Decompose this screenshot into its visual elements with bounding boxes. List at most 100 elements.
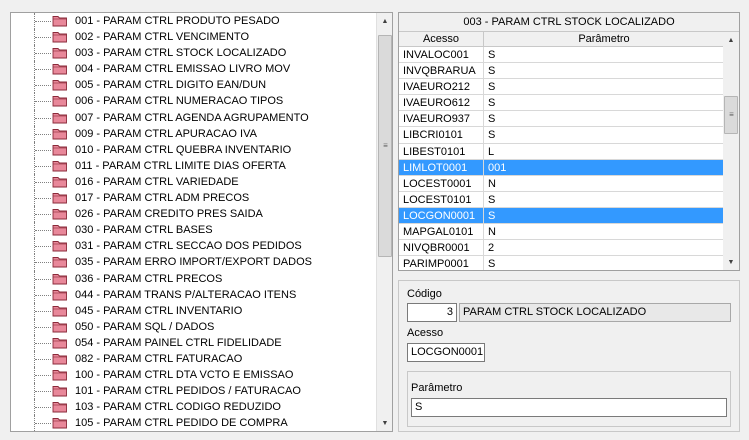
codigo-label: Código — [407, 288, 442, 300]
tree-scrollbar[interactable]: ▲ ≡ ▼ — [376, 13, 392, 431]
cell-acesso[interactable]: MAPGAL0101 — [399, 224, 484, 241]
cell-acesso[interactable]: INVQBRARUA — [399, 63, 484, 80]
cell-acesso[interactable]: IVAEURO212 — [399, 79, 484, 96]
grid-scroll-thumb[interactable]: ≡ — [724, 96, 738, 134]
cell-parametro[interactable]: S — [484, 47, 724, 63]
cell-acesso[interactable]: LIBEST0101 — [399, 143, 484, 160]
cell-acesso[interactable]: LIMLOT0001 — [399, 159, 484, 176]
cell-parametro[interactable]: S — [484, 208, 724, 224]
tree-connector — [35, 358, 51, 360]
cell-parametro[interactable]: N — [484, 224, 724, 240]
grid-row[interactable]: LIMLOT0001 001 — [399, 159, 724, 176]
tree-item-label: 002 - PARAM CTRL VENCIMENTO — [75, 31, 249, 44]
scroll-down-arrow-icon[interactable]: ▼ — [723, 254, 739, 270]
tree-item-label: 031 - PARAM CTRL SECCAO DOS PEDIDOS — [75, 240, 302, 253]
tree-item[interactable]: 030 - PARAM CTRL BASES — [11, 222, 377, 239]
grid-row[interactable]: IVAEURO612 S — [399, 95, 724, 112]
tree-item[interactable]: 004 - PARAM CTRL EMISSAO LIVRO MOV — [11, 61, 377, 78]
scroll-up-arrow-icon[interactable]: ▲ — [723, 32, 739, 48]
cell-parametro[interactable]: S — [484, 95, 724, 111]
tree-item[interactable]: 035 - PARAM ERRO IMPORT/EXPORT DADOS — [11, 254, 377, 271]
grid-row[interactable]: LIBEST0101 L — [399, 143, 724, 160]
tree-item[interactable]: 007 - PARAM CTRL AGENDA AGRUPAMENTO — [11, 109, 377, 126]
cell-parametro[interactable]: S — [484, 111, 724, 127]
cell-acesso[interactable]: LOCGON0001 — [399, 207, 484, 224]
tree-item-label: 010 - PARAM CTRL QUEBRA INVENTARIO — [75, 143, 292, 156]
tree-item[interactable]: 105 - PARAM CTRL PEDIDO DE COMPRA — [11, 415, 377, 431]
folder-icon — [52, 337, 68, 349]
cell-parametro[interactable]: S — [484, 79, 724, 95]
tree-item[interactable]: 036 - PARAM CTRL PRECOS — [11, 270, 377, 287]
scroll-down-arrow-icon[interactable]: ▼ — [377, 415, 392, 431]
cell-parametro[interactable]: S — [484, 127, 724, 143]
tree-item[interactable]: 006 - PARAM CTRL NUMERACAO TIPOS — [11, 93, 377, 110]
tree-connector — [35, 294, 51, 296]
tree-item[interactable]: 054 - PARAM PAINEL CTRL FIDELIDADE — [11, 334, 377, 351]
tree-connector — [35, 262, 51, 264]
scroll-up-arrow-icon[interactable]: ▲ — [377, 13, 392, 29]
tree-item[interactable]: 002 - PARAM CTRL VENCIMENTO — [11, 29, 377, 46]
tree-connector — [35, 21, 51, 22]
cell-acesso[interactable]: IVAEURO612 — [399, 95, 484, 112]
tree-item[interactable]: 103 - PARAM CTRL CODIGO REDUZIDO — [11, 399, 377, 416]
cell-acesso[interactable]: LIBCRI0101 — [399, 127, 484, 144]
cell-acesso[interactable]: LOCEST0101 — [399, 191, 484, 208]
cell-acesso[interactable]: PARIMP0001 — [399, 256, 484, 270]
tree-item[interactable]: 017 - PARAM CTRL ADM PRECOS — [11, 190, 377, 207]
grid-row[interactable]: NIVQBR0001 2 — [399, 240, 724, 257]
cell-parametro[interactable]: 2 — [484, 240, 724, 256]
grid-row[interactable]: IVAEURO212 S — [399, 79, 724, 96]
parametro-label: Parâmetro — [411, 382, 463, 394]
cell-parametro[interactable]: N — [484, 176, 724, 192]
cell-parametro[interactable]: S — [484, 192, 724, 208]
grid-row[interactable]: PARIMP0001 S — [399, 256, 724, 270]
tree-item[interactable]: 050 - PARAM SQL / DADOS — [11, 318, 377, 335]
folder-icon — [52, 31, 68, 43]
grid-scrollbar[interactable]: ▲ ≡ ▼ — [723, 32, 739, 270]
tree-item-label: 017 - PARAM CTRL ADM PRECOS — [75, 192, 250, 205]
tree-item[interactable]: 009 - PARAM CTRL APURACAO IVA — [11, 125, 377, 142]
grid-row[interactable]: LOCEST0001 N — [399, 175, 724, 192]
tree-item[interactable]: 001 - PARAM CTRL PRODUTO PESADO — [11, 13, 377, 30]
parametro-field[interactable]: S — [411, 398, 727, 417]
acesso-field[interactable]: LOCGON0001 — [407, 343, 485, 362]
tree-item[interactable]: 082 - PARAM CTRL FATURACAO — [11, 350, 377, 368]
tree-item[interactable]: 100 - PARAM CTRL DTA VCTO E EMISSAO — [11, 367, 377, 384]
grid-row[interactable]: IVAEURO937 S — [399, 111, 724, 128]
tree-item-label: 016 - PARAM CTRL VARIEDADE — [75, 175, 239, 188]
tree-connector — [35, 391, 51, 393]
grid-row[interactable]: INVALOC001 S — [399, 47, 724, 64]
grid-row[interactable]: INVQBRARUA S — [399, 63, 724, 80]
tree-item[interactable]: 031 - PARAM CTRL SECCAO DOS PEDIDOS — [11, 238, 377, 255]
tree-connector — [35, 101, 51, 103]
tree-item[interactable]: 003 - PARAM CTRL STOCK LOCALIZADO — [11, 45, 377, 62]
cell-parametro[interactable]: S — [484, 256, 724, 270]
tree-item[interactable]: 011 - PARAM CTRL LIMITE DIAS OFERTA — [11, 157, 377, 174]
tree-item[interactable]: 101 - PARAM CTRL PEDIDOS / FATURACAO — [11, 383, 377, 400]
folder-icon — [52, 401, 68, 413]
codigo-field[interactable]: 3 — [407, 303, 457, 322]
tree-item[interactable]: 016 - PARAM CTRL VARIEDADE — [11, 173, 377, 191]
cell-parametro[interactable]: S — [484, 63, 724, 79]
tree-item[interactable]: 045 - PARAM CTRL INVENTARIO — [11, 302, 377, 319]
tree-item[interactable]: 010 - PARAM CTRL QUEBRA INVENTARIO — [11, 141, 377, 158]
folder-icon — [52, 208, 68, 220]
tree-connector — [35, 246, 51, 248]
tree-scroll-thumb[interactable]: ≡ — [378, 35, 392, 257]
column-header-parametro[interactable]: Parâmetro — [484, 32, 724, 47]
grid-row[interactable]: LOCGON0001 S — [399, 207, 724, 225]
cell-parametro[interactable]: L — [484, 144, 724, 160]
cell-acesso[interactable]: INVALOC001 — [399, 47, 484, 63]
tree-item[interactable]: 044 - PARAM TRANS P/ALTERACAO ITENS — [11, 286, 377, 303]
grid-row[interactable]: LOCEST0101 S — [399, 191, 724, 208]
tree-item[interactable]: 005 - PARAM CTRL DIGITO EAN/DUN — [11, 77, 377, 94]
grid-row[interactable]: MAPGAL0101 N — [399, 224, 724, 241]
grid-row[interactable]: LIBCRI0101 S — [399, 127, 724, 144]
cell-acesso[interactable]: NIVQBR0001 — [399, 240, 484, 257]
codigo-description-field: PARAM CTRL STOCK LOCALIZADO — [459, 303, 731, 322]
tree-item[interactable]: 026 - PARAM CREDITO PRES SAIDA — [11, 206, 377, 223]
cell-acesso[interactable]: LOCEST0001 — [399, 175, 484, 192]
cell-acesso[interactable]: IVAEURO937 — [399, 111, 484, 128]
cell-parametro[interactable]: 001 — [484, 160, 724, 176]
column-header-acesso[interactable]: Acesso — [399, 32, 484, 47]
